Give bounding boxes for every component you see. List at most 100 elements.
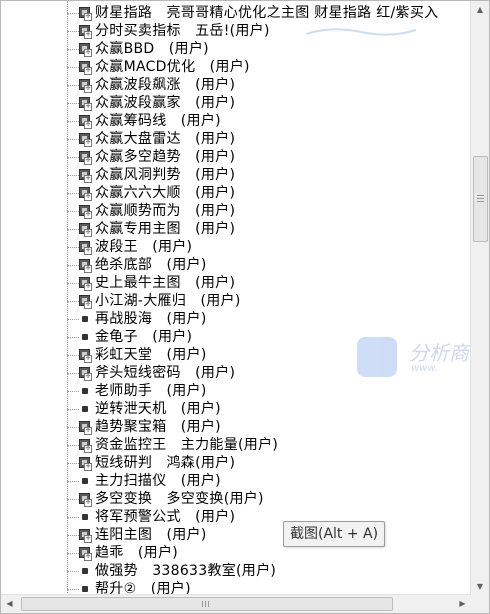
indicator-node-icon: + [79,367,92,381]
tree-item[interactable]: + 众赢MACD优化 (用户) [61,58,471,76]
tree-branch-line [67,13,79,14]
indicator-node-icon: + [79,79,92,93]
tree-item[interactable]: + 彩虹天堂 (用户) [61,346,471,364]
tree-item[interactable]: + 众赢大盘雷达 (用户) [61,130,471,148]
tree-item[interactable]: + 众赢BBD (用户) [61,40,471,58]
bullet-icon: + [79,583,90,594]
tree-item-label: 小江湖-大雁归 (用户) [95,293,241,309]
tree-branch-line [67,517,79,518]
scrollbar-corner [471,595,489,613]
tree-item-label: 彩虹天堂 (用户) [95,347,207,363]
tree-branch-line [67,175,79,176]
vertical-scroll-thumb[interactable] [473,156,488,242]
tree-branch-line [67,571,79,572]
horizontal-scroll-thumb[interactable] [21,597,393,611]
tree-item[interactable]: + 做强势 338633教室(用户) [61,562,471,580]
tree-item-label: 众赢专用主图 (用户) [95,221,236,237]
tree-item[interactable]: + 短线研判 鸿森(用户) [61,454,471,472]
tree-branch-line [67,355,79,356]
tree-branch-line [67,211,79,212]
tree-item[interactable]: + 财星指路 亮哥哥精心优化之主图 财星指路 红/紫买入 [61,4,471,22]
tree-item[interactable]: + 老师助手 (用户) [61,382,471,400]
tree-item[interactable]: + 众赢专用主图 (用户) [61,220,471,238]
tree-item[interactable]: + 再战股海 (用户) [61,310,471,328]
tree-item[interactable]: + 众赢多空趋势 (用户) [61,148,471,166]
tree-item-label: 多空变换 多空变换(用户) [95,491,264,507]
tree-branch-line [67,49,79,50]
indicator-node-icon: + [79,277,92,291]
tree-branch-line [67,589,79,590]
indicator-node-icon: + [79,223,92,237]
tree-item-label: 斧头短线密码 (用户) [95,365,236,381]
tree-branch-line [67,229,79,230]
tree-item[interactable]: + 将军预警公式 (用户) [61,508,471,526]
tree-branch-line [67,535,79,536]
indicator-node-icon: + [79,205,92,219]
tree-item[interactable]: + 史上最牛主图 (用户) [61,274,471,292]
tree-item[interactable]: + 众赢筹码线 (用户) [61,112,471,130]
vertical-scrollbar[interactable]: ▲ ▼ [470,1,489,595]
tree-item-label: 再战股海 (用户) [95,311,207,327]
tree-branch-line [67,265,79,266]
indicator-node-icon: + [79,97,92,111]
scroll-up-arrow-icon[interactable]: ▲ [471,1,489,18]
indicator-tree: + 财星指路 亮哥哥精心优化之主图 财星指路 红/紫买入 + 分时买卖指标 五岳!(用… [1,1,471,595]
indicator-node-icon: + [79,349,92,363]
tree-item[interactable]: + 波段王 (用户) [61,238,471,256]
tree-item[interactable]: + 小江湖-大雁归 (用户) [61,292,471,310]
tree-item[interactable]: + 连阳主图 (用户) [61,526,471,544]
scroll-left-arrow-icon[interactable]: ◀ [1,595,18,613]
tree-item[interactable]: + 众赢波段赢家 (用户) [61,94,471,112]
tree-item-label: 波段王 (用户) [95,239,193,255]
tree-item-label: 将军预警公式 (用户) [95,509,236,525]
tree-item[interactable]: + 主力扫描仪 (用户) [61,472,471,490]
tree-item[interactable]: + 众赢风洞判势 (用户) [61,166,471,184]
tree-branch-line [67,445,79,446]
tree-branch-line [67,481,79,482]
tree-branch-line [67,463,79,464]
horizontal-scrollbar[interactable]: ◀ ▶ [1,594,471,613]
indicator-node-icon: + [79,421,92,435]
scroll-down-arrow-icon[interactable]: ▼ [471,578,489,595]
tree-item[interactable]: + 多空变换 多空变换(用户) [61,490,471,508]
tree-item[interactable]: + 金龟子 (用户) [61,328,471,346]
tree-item-label: 史上最牛主图 (用户) [95,275,236,291]
tree-item-label: 众赢六六大顺 (用户) [95,185,236,201]
bullet-icon: + [79,565,90,576]
bullet-icon: + [79,403,90,414]
indicator-node-icon: + [79,169,92,183]
screenshot-tooltip: 截图(Alt + A) [283,521,386,547]
tree-item[interactable]: + 斧头短线密码 (用户) [61,364,471,382]
tree-branch-line [67,85,79,86]
indicator-node-icon: + [79,457,92,471]
tree-branch-line [67,247,79,248]
tree-branch-line [67,121,79,122]
tree-item[interactable]: + 帮升② (用户) [61,580,471,595]
indicator-node-icon: + [79,133,92,147]
tree-item[interactable]: + 众赢顺势而为 (用户) [61,202,471,220]
indicator-node-icon: + [79,151,92,165]
tree-item-label: 短线研判 鸿森(用户) [95,455,236,471]
indicator-node-icon: + [79,241,92,255]
tree-item[interactable]: + 资金监控王 主力能量(用户) [61,436,471,454]
bullet-icon: + [79,475,90,486]
scroll-right-arrow-icon[interactable]: ▶ [454,595,471,613]
tree-item-label: 众赢MACD优化 (用户) [95,59,250,75]
tree-item[interactable]: + 众赢波段飙涨 (用户) [61,76,471,94]
indicator-node-icon: + [79,259,92,273]
indicator-node-icon: + [79,187,92,201]
tree-branch-line [67,553,79,554]
tree-item[interactable]: + 逆转泄天机 (用户) [61,400,471,418]
tree-branch-line [67,499,79,500]
bullet-icon: + [79,331,90,342]
tree-item[interactable]: + 趋势聚宝箱 (用户) [61,418,471,436]
tree-branch-line [67,409,79,410]
tree-item[interactable]: + 绝杀底部 (用户) [61,256,471,274]
tree-item-label: 老师助手 (用户) [95,383,207,399]
tree-item-label: 众赢顺势而为 (用户) [95,203,236,219]
tree-item[interactable]: + 众赢六六大顺 (用户) [61,184,471,202]
tree-branch-line [67,427,79,428]
tree-item-label: 众赢波段赢家 (用户) [95,95,236,111]
tree-item-label: 财星指路 亮哥哥精心优化之主图 财星指路 红/紫买入 [95,5,439,21]
tree-item[interactable]: + 趋乖 (用户) [61,544,471,562]
